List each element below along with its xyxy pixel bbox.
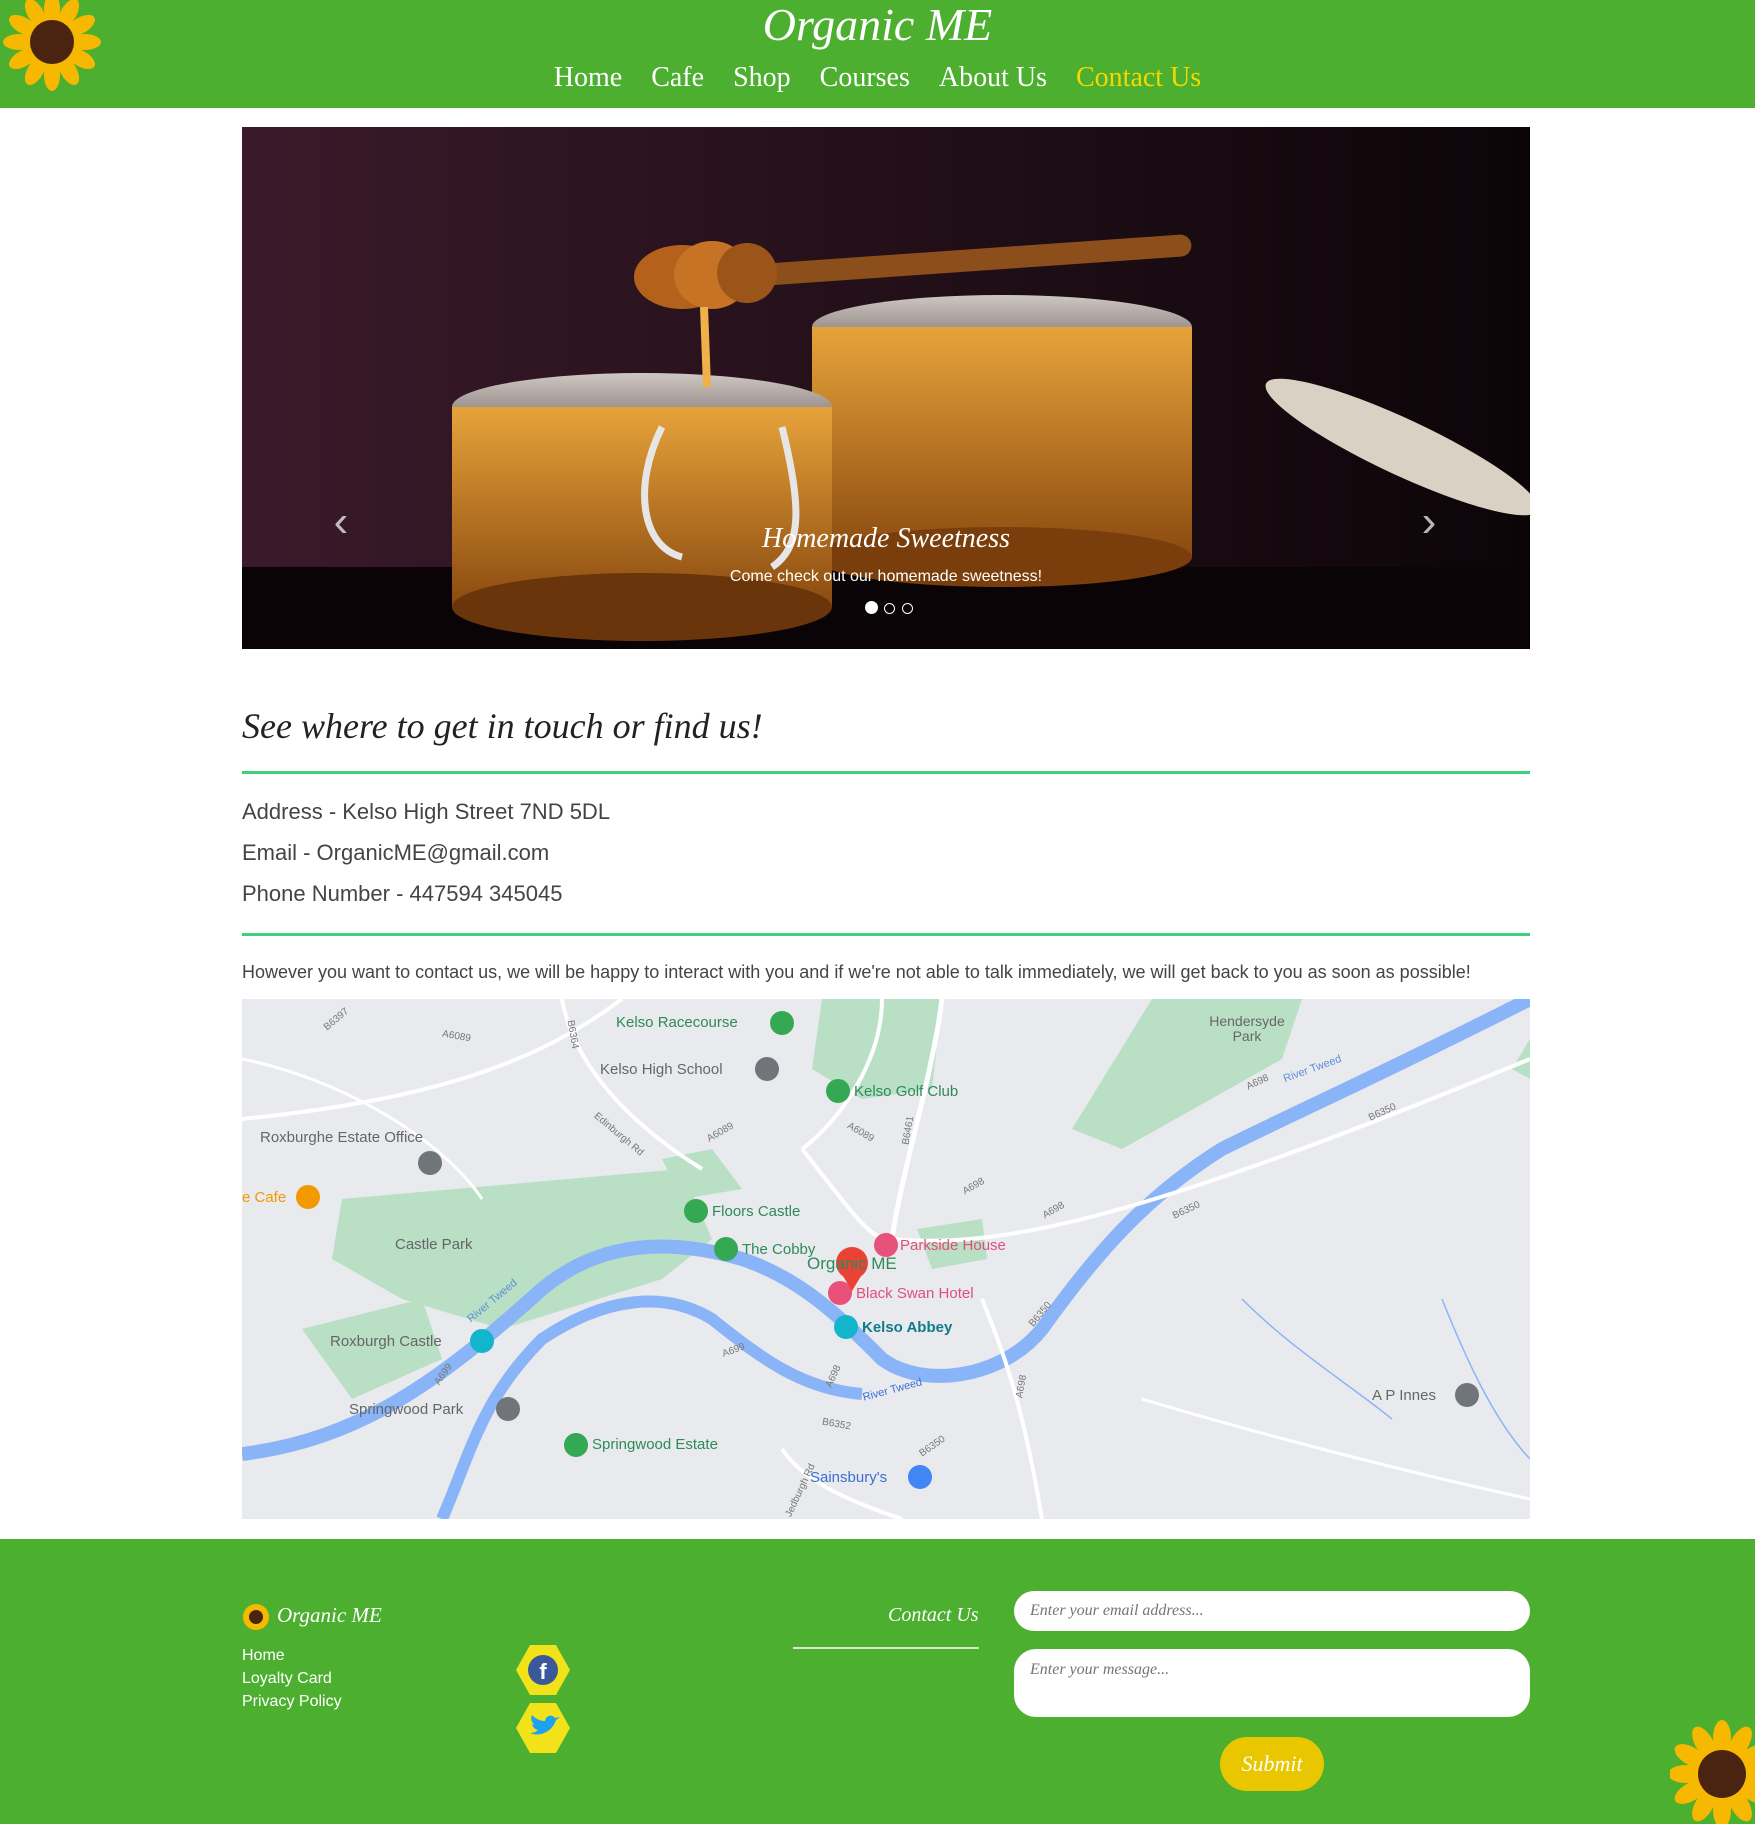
nav-cafe[interactable]: Cafe <box>651 62 704 94</box>
contact-note: However you want to contact us, we will … <box>242 962 1471 982</box>
twitter-icon[interactable] <box>516 1703 570 1753</box>
map-place[interactable]: Parkside House <box>900 1237 1006 1254</box>
map-place[interactable]: A P Innes <box>1372 1387 1436 1404</box>
divider <box>242 933 1530 936</box>
map-place[interactable]: Kelso Abbey <box>862 1319 952 1336</box>
contact-email: Email - OrganicME@gmail.com <box>242 840 550 865</box>
footer-link-privacy-policy[interactable]: Privacy Policy <box>242 1693 342 1711</box>
main-nav: Home Cafe Shop Courses About Us Contact … <box>0 62 1755 94</box>
contact-phone: Phone Number - 447594 345045 <box>242 881 563 906</box>
facebook-icon[interactable]: f <box>516 1645 570 1695</box>
site-title: Organic ME <box>762 0 993 50</box>
contact-heading: See where to get in touch or find us! <box>242 706 763 746</box>
map-place[interactable]: Kelso Racecourse <box>616 1014 738 1031</box>
map-place[interactable]: Springwood Estate <box>592 1436 718 1453</box>
message-field[interactable] <box>1014 1649 1530 1717</box>
carousel-indicators <box>864 601 914 619</box>
carousel-caption-text: Come check out our homemade sweetness! <box>729 568 1043 585</box>
map-place[interactable]: Roxburghe Estate Office <box>260 1129 423 1146</box>
nav-about-us[interactable]: About Us <box>939 62 1047 94</box>
hero-carousel: ‹ › Homemade Sweetness Come check out ou… <box>242 127 1530 649</box>
footer-brand: Organic ME <box>277 1603 382 1627</box>
sunflower-decoration-icon <box>1670 1720 1755 1824</box>
carousel-dot-1[interactable] <box>865 601 878 614</box>
map-place[interactable]: Kelso Golf Club <box>854 1083 958 1100</box>
nav-contact-us[interactable]: Contact Us <box>1076 62 1201 94</box>
nav-home[interactable]: Home <box>554 62 622 94</box>
footer-link-home[interactable]: Home <box>242 1647 285 1665</box>
carousel-dot-3[interactable] <box>901 603 913 614</box>
map-place[interactable]: Floors Castle <box>712 1203 800 1220</box>
footer-link-loyalty-card[interactable]: Loyalty Card <box>242 1670 332 1688</box>
carousel-caption-title: Homemade Sweetness <box>761 523 1011 554</box>
location-map[interactable]: Kelso Racecourse Kelso High School Kelso… <box>242 999 1530 1519</box>
nav-courses[interactable]: Courses <box>820 62 910 94</box>
divider <box>793 1647 979 1649</box>
site-header: Organic ME Home Cafe Shop Courses About … <box>0 0 1755 108</box>
map-place[interactable]: Castle Park <box>395 1236 473 1253</box>
map-place[interactable]: Black Swan Hotel <box>856 1285 974 1302</box>
carousel-dot-2[interactable] <box>884 603 896 614</box>
map-place-organic-me[interactable]: Organic ME <box>807 1254 897 1274</box>
map-place[interactable]: e Cafe <box>242 1189 286 1206</box>
sunflower-icon <box>243 1604 269 1630</box>
email-field[interactable] <box>1014 1591 1530 1631</box>
divider <box>242 771 1530 774</box>
map-place[interactable]: Roxburgh Castle <box>330 1333 442 1350</box>
map-place[interactable]: Hendersyde Park <box>1202 1014 1292 1044</box>
map-place[interactable]: Sainsbury's <box>810 1469 887 1486</box>
map-place[interactable]: Kelso High School <box>600 1061 723 1078</box>
map-place[interactable]: The Cobby <box>742 1241 815 1258</box>
map-place[interactable]: Springwood Park <box>349 1401 463 1418</box>
site-footer: Organic ME Home Loyalty Card Privacy Pol… <box>0 1539 1755 1824</box>
contact-address: Address - Kelso High Street 7ND 5DL <box>242 799 611 824</box>
submit-button[interactable]: Submit <box>1220 1737 1324 1791</box>
footer-contact-label: Contact Us <box>888 1604 979 1626</box>
svg-text:f: f <box>539 1659 547 1684</box>
nav-shop[interactable]: Shop <box>733 62 791 94</box>
